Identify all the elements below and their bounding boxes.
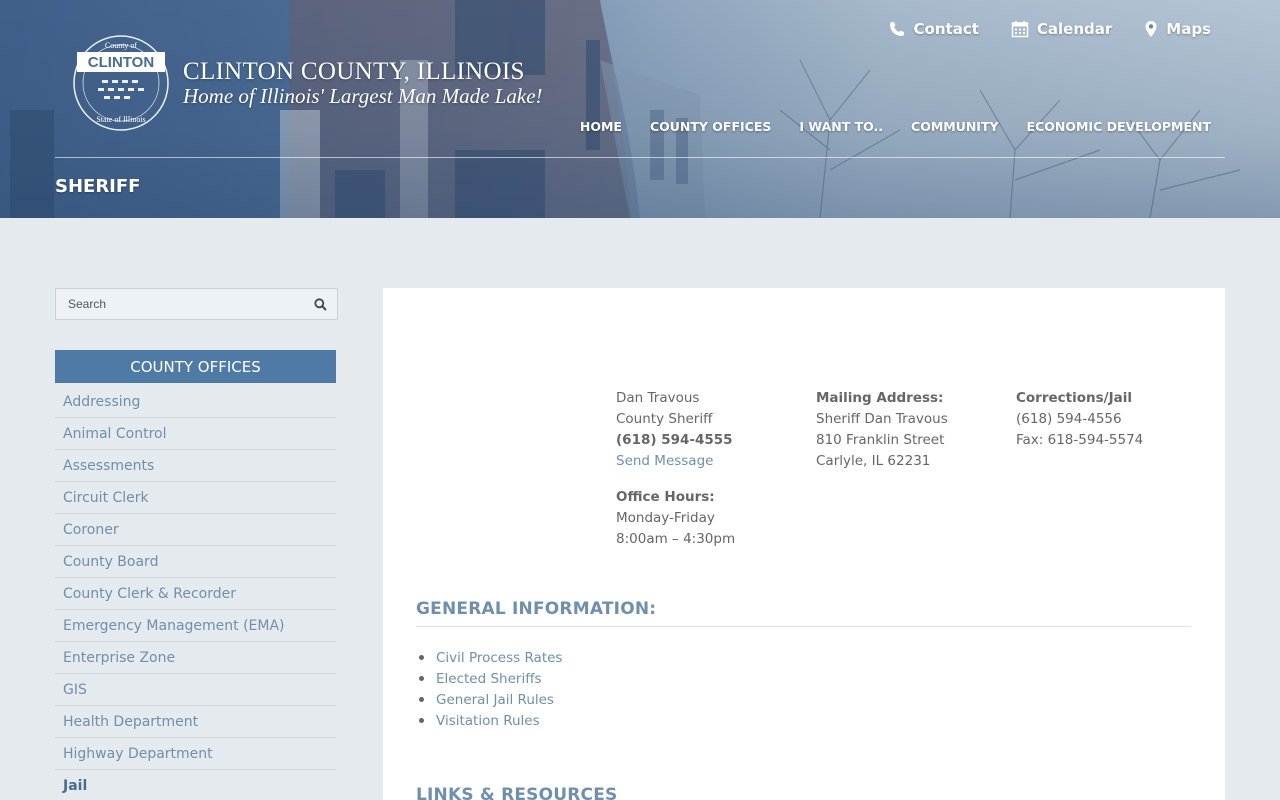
nav-county-offices[interactable]: COUNTY OFFICES [650,119,771,134]
site-tagline: Home of Illinois' Largest Man Made Lake! [183,84,543,108]
corrections-label: Corrections/Jail [1016,390,1132,406]
list-item: General Jail Rules [418,689,562,710]
sidebar-item-highway-department[interactable]: Highway Department [55,738,336,770]
maps-link[interactable]: Maps [1144,20,1211,38]
search-icon [313,297,327,311]
sidebar-item-label: Coroner [63,521,119,538]
mailing-address-label: Mailing Address: [816,390,944,406]
sidebar-item-label: Animal Control [63,425,167,442]
general-information-heading: GENERAL INFORMATION: [416,599,657,619]
maps-label: Maps [1166,20,1211,38]
sidebar-item-health-department[interactable]: Health Department [55,706,336,738]
sidebar-item-label: Jail [63,777,88,794]
sidebar-search [55,288,338,320]
sidebar-item-label: GIS [63,681,87,698]
general-jail-rules-link[interactable]: General Jail Rules [436,692,554,708]
corrections-fax: Fax: 618-594-5574 [1016,432,1144,448]
header-divider [55,157,1225,158]
send-message-link[interactable]: Send Message [616,451,735,472]
search-input[interactable] [56,289,303,319]
svg-text:County of: County of [105,41,138,50]
sidebar-item-label: Enterprise Zone [63,649,176,666]
mailing-address: Mailing Address: Sheriff Dan Travous 810… [816,388,948,472]
nav-home[interactable]: HOME [580,119,622,134]
corrections-phone: (618) 594-4556 [1016,411,1122,427]
sidebar-item-label: Highway Department [63,745,213,762]
sheriff-title: County Sheriff [616,411,713,427]
sidebar-item-label: Circuit Clerk [63,489,149,506]
county-seal-logo[interactable]: County of CLINTON State of Illinois [72,34,170,132]
mailing-line-3: Carlyle, IL 62231 [816,453,931,469]
svg-text:CLINTON: CLINTON [88,54,154,71]
corrections-contact: Corrections/Jail (618) 594-4556 Fax: 618… [1016,388,1143,451]
sidebar-item-label: Assessments [63,457,155,474]
nav-economic-development[interactable]: ECONOMIC DEVELOPMENT [1027,119,1211,134]
elected-sheriffs-link[interactable]: Elected Sheriffs [436,671,542,687]
mailing-line-2: 810 Franklin Street [816,432,945,448]
mailing-line-1: Sheriff Dan Travous [816,411,948,427]
sheriff-contact: Dan Travous County Sheriff (618) 594-455… [616,388,735,550]
site-title[interactable]: CLINTON COUNTY, ILLINOIS [183,58,525,86]
page-title: SHERIFF [55,176,141,197]
search-button[interactable] [303,289,337,319]
visitation-rules-link[interactable]: Visitation Rules [436,713,540,729]
contact-link[interactable]: Contact [888,20,979,38]
sidebar-item-jail[interactable]: Jail [55,770,336,800]
sidebar-item-label: Emergency Management (EMA) [63,617,285,634]
main-nav: HOME COUNTY OFFICES I WANT TO.. COMMUNIT… [580,119,1211,134]
sidebar-item-assessments[interactable]: Assessments [55,450,336,482]
sidebar-item-enterprise-zone[interactable]: Enterprise Zone [55,642,336,674]
section-divider [416,626,1191,627]
site-header: County of CLINTON State of Illinois CLIN… [0,0,1280,218]
sidebar-item-emergency-management[interactable]: Emergency Management (EMA) [55,610,336,642]
office-hours-days: Monday-Friday [616,510,715,526]
sidebar-item-label: Addressing [63,393,141,410]
sidebar-item-addressing[interactable]: Addressing [55,386,336,418]
calendar-link[interactable]: Calendar [1011,20,1112,38]
utility-nav: Contact Calendar Maps [888,20,1211,38]
sidebar-item-circuit-clerk[interactable]: Circuit Clerk [55,482,336,514]
sidebar-item-label: County Board [63,553,159,570]
sheriff-name: Dan Travous [616,390,700,406]
sidebar-item-gis[interactable]: GIS [55,674,336,706]
calendar-label: Calendar [1036,20,1113,38]
phone-icon [889,22,904,36]
list-item: Civil Process Rates [418,647,562,668]
list-item: Visitation Rules [418,710,562,731]
sheriff-phone: (618) 594-4555 [616,432,733,448]
office-hours-time: 8:00am – 4:30pm [616,531,736,547]
nav-i-want-to[interactable]: I WANT TO.. [799,119,883,134]
sidebar-item-animal-control[interactable]: Animal Control [55,418,336,450]
general-information-list: Civil Process Rates Elected Sheriffs Gen… [418,647,562,731]
links-resources-heading: LINKS & RESOURCES [416,785,618,800]
contact-label: Contact [913,20,979,38]
calendar-icon [1011,21,1029,38]
list-item: Elected Sheriffs [418,668,562,689]
sidebar-heading: COUNTY OFFICES [55,350,336,383]
sidebar-item-county-board[interactable]: County Board [55,546,336,578]
civil-process-rates-link[interactable]: Civil Process Rates [436,650,562,666]
sidebar-menu: Addressing Animal Control Assessments Ci… [55,386,336,800]
sidebar-item-county-clerk-recorder[interactable]: County Clerk & Recorder [55,578,336,610]
sidebar-item-coroner[interactable]: Coroner [55,514,336,546]
sidebar-item-label: Health Department [63,713,199,730]
office-hours-label: Office Hours: [616,489,715,505]
svg-text:State of Illinois: State of Illinois [96,115,145,124]
sidebar-item-label: County Clerk & Recorder [63,585,237,602]
nav-community[interactable]: COMMUNITY [911,119,999,134]
map-pin-icon [1145,21,1157,37]
